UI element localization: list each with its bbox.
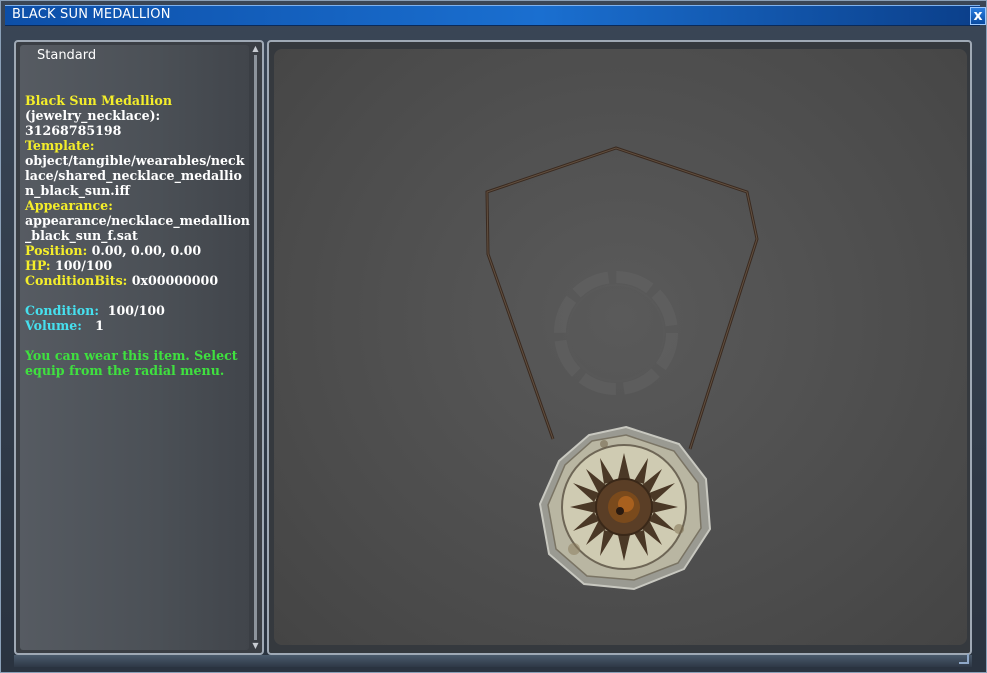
item-type: (jewelry_necklace): xyxy=(25,108,161,123)
hp-row: HP: 100/100 xyxy=(25,258,247,273)
conditionbits-value: 0x00000000 xyxy=(131,273,219,288)
resize-handle-icon[interactable] xyxy=(959,654,969,664)
hp-label: HP: xyxy=(25,258,51,273)
appearance-label: Appearance: xyxy=(25,198,113,213)
wear-hint-line-1: You can wear this item. Select xyxy=(25,348,238,363)
template-line-2: lace/shared_necklace_medallio xyxy=(25,168,242,183)
gear-watermark-icon xyxy=(554,271,678,395)
black-sun-medallion-model[interactable] xyxy=(274,49,967,645)
volume-row: Volume: 1 xyxy=(25,318,247,333)
condition-value: 100/100 xyxy=(107,303,165,318)
hp-value: 100/100 xyxy=(54,258,113,273)
condition-label: Condition: xyxy=(25,303,99,318)
close-icon: x xyxy=(973,8,983,24)
position-value: 0.00, 0.00, 0.00 xyxy=(91,243,202,258)
details-scrollbar[interactable]: ▲ ▼ xyxy=(251,45,260,650)
tab-standard[interactable]: Standard xyxy=(37,48,96,63)
wear-hint-line-2: equip from the radial menu. xyxy=(25,363,225,378)
position-row: Position: 0.00, 0.00, 0.00 xyxy=(25,243,247,258)
conditionbits-label: ConditionBits: xyxy=(25,273,128,288)
template-label: Template: xyxy=(25,138,95,153)
volume-value: 1 xyxy=(95,318,104,333)
volume-label: Volume: xyxy=(25,318,82,333)
item-name: Black Sun Medallion xyxy=(25,93,172,108)
template-line-3: n_black_sun.iff xyxy=(25,183,130,198)
scroll-track[interactable] xyxy=(254,55,257,640)
item-examine-window: BLACK SUN MEDALLION x ▲ ▼ Standard Black… xyxy=(0,0,987,673)
medallion-pendant xyxy=(538,425,712,591)
appearance-line-2: _black_sun_f.sat xyxy=(25,228,138,243)
appearance-line-1: appearance/necklace_medallion xyxy=(25,213,250,228)
title-bar[interactable]: BLACK SUN MEDALLION xyxy=(5,5,980,26)
scroll-down-arrow-icon[interactable]: ▼ xyxy=(251,642,260,650)
item-info-text: Black Sun Medallion (jewelry_necklace): … xyxy=(25,93,250,378)
conditionbits-row: ConditionBits: 0x00000000 xyxy=(25,273,247,288)
scroll-up-arrow-icon[interactable]: ▲ xyxy=(251,45,260,53)
template-line-1: object/tangible/wearables/neck xyxy=(25,153,245,168)
model-viewer[interactable] xyxy=(274,49,967,645)
position-label: Position: xyxy=(25,243,88,258)
condition-row: Condition: 100/100 xyxy=(25,303,247,318)
necklace-cord xyxy=(485,146,759,450)
item-id: 31268785198 xyxy=(25,123,122,138)
window-title: BLACK SUN MEDALLION xyxy=(12,7,171,22)
window-bottom-bar xyxy=(14,654,972,667)
close-button[interactable]: x xyxy=(970,7,986,25)
